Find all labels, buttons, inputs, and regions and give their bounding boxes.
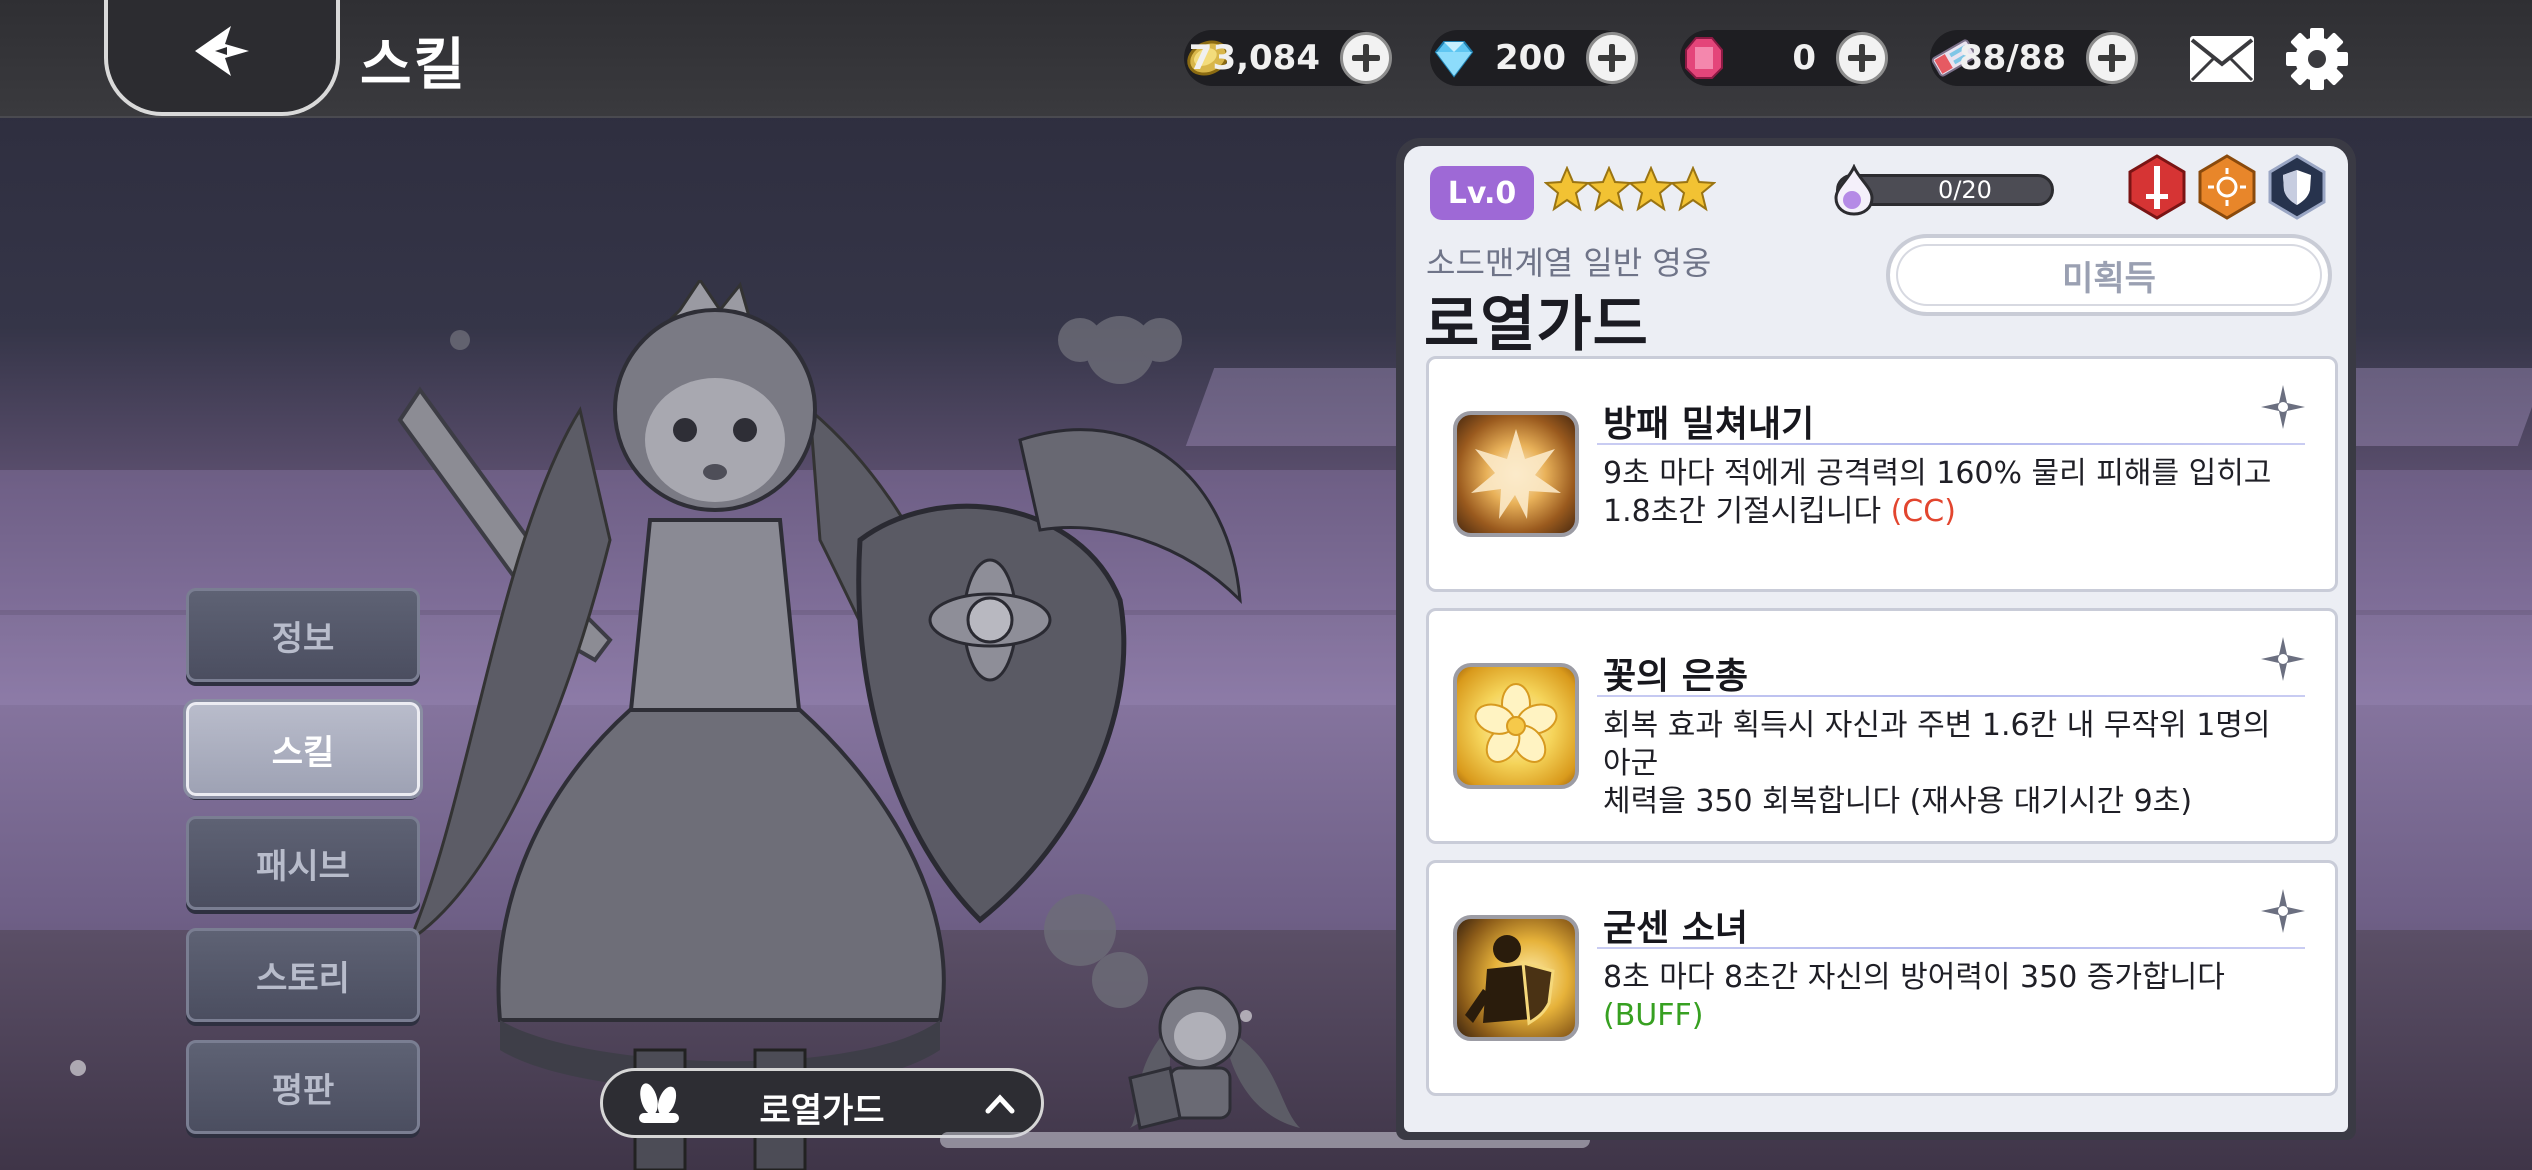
stamina-amount: 88/88 <box>1958 38 2066 78</box>
essence-drop-icon <box>1834 164 1874 216</box>
menu-reputation-button[interactable]: 평판 <box>186 1040 420 1134</box>
essence-progress-text: 0/20 <box>1938 176 1992 204</box>
star-icon <box>1586 166 1632 212</box>
skill-desc-line: 9초 마다 적에게 공격력의 160% 물리 피해를 입히고 <box>1603 456 2272 491</box>
steadfast-girl-skill-icon <box>1453 915 1579 1041</box>
ruby-amount: 0 <box>1792 38 1816 78</box>
skill-detail-panel-body: Lv.0 0/20 소드맨계열 일반 영웅 로열가드 미획득 방패 밀쳐내기 9… <box>1404 146 2348 1132</box>
skill-divider <box>1597 947 2305 949</box>
skill-description: 8초 마다 8초간 자신의 방어력이 350 증가합니다 (BUFF) <box>1603 959 2295 1035</box>
hero-selector-dropdown[interactable]: 로열가드 <box>600 1068 1044 1138</box>
hero-name-title: 로열가드 <box>1424 290 1649 360</box>
star-icon <box>1544 166 1590 212</box>
diamond-icon <box>1434 41 1474 78</box>
skill-desc-text: 1.8초간 기절시킵니다 <box>1603 494 1882 529</box>
skill-divider <box>1597 443 2305 445</box>
chibi-hero-sprite <box>1128 986 1300 1130</box>
bg-sparkle <box>70 1060 86 1076</box>
menu-skill-button[interactable]: 스킬 <box>183 699 423 799</box>
flower-grace-skill-icon <box>1453 663 1579 789</box>
star-icon <box>1670 166 1716 212</box>
back-button[interactable] <box>104 0 340 116</box>
skill-description: 회복 효과 획득시 자신과 주변 1.6칸 내 무작위 1명의 아군 체력을 3… <box>1603 707 2295 821</box>
level-badge: Lv.0 <box>1430 166 1534 220</box>
chevron-up-icon <box>985 1094 1015 1114</box>
menu-story-button[interactable]: 스토리 <box>186 928 420 1022</box>
sparkle-icon[interactable] <box>2259 635 2307 683</box>
page-title: 스킬 <box>360 33 468 98</box>
top-bar: 스킬 73,084 200 0 88/88 <box>0 0 2532 118</box>
gear-icon[interactable] <box>2284 26 2350 92</box>
sun-element-icon <box>2198 154 2256 220</box>
skill-detail-panel: Lv.0 0/20 소드맨계열 일반 영웅 로열가드 미획득 방패 밀쳐내기 9… <box>1396 138 2356 1140</box>
skill-card[interactable]: 꽃의 은총 회복 효과 획득시 자신과 주변 1.6칸 내 무작위 1명의 아군… <box>1426 608 2338 844</box>
diamond-counter: 200 <box>1430 30 1638 86</box>
back-arrow-icon <box>195 26 249 76</box>
sparkle-icon[interactable] <box>2259 383 2307 431</box>
skill-divider <box>1597 695 2305 697</box>
add-stamina-button[interactable] <box>2086 32 2138 84</box>
buff-tag: (BUFF) <box>1603 998 1704 1033</box>
skill-title: 방패 밀쳐내기 <box>1603 404 1815 445</box>
skill-desc-line: 회복 효과 획득시 자신과 주변 1.6칸 내 무작위 1명의 아군 <box>1603 708 2271 781</box>
gold-counter: 73,084 <box>1184 30 1392 86</box>
add-diamond-button[interactable] <box>1586 32 1638 84</box>
skill-description: 9초 마다 적에게 공격력의 160% 물리 피해를 입히고 1.8초간 기절시… <box>1603 455 2295 531</box>
sword-class-icon <box>2128 154 2186 220</box>
add-gold-button[interactable] <box>1340 32 1392 84</box>
sparkle-icon[interactable] <box>2259 887 2307 935</box>
mail-icon[interactable] <box>2188 28 2256 90</box>
skill-desc-line: 1.8초간 기절시킵니다 (CC) <box>1603 493 2295 531</box>
ruby-counter: 0 <box>1680 30 1888 86</box>
burst-icon <box>1471 429 1561 519</box>
diamond-amount: 200 <box>1495 38 1566 78</box>
flower-icon <box>1474 683 1558 763</box>
shield-warrior-icon <box>1465 935 1555 1026</box>
skill-title: 굳센 소녀 <box>1603 908 1749 949</box>
stamina-counter: 88/88 <box>1930 30 2138 86</box>
menu-info-button[interactable]: 정보 <box>186 588 420 682</box>
skill-desc-line: 체력을 350 회복합니다 (재사용 대기시간 9초) <box>1603 784 2193 819</box>
shield-role-icon <box>2268 154 2326 220</box>
skill-desc-line: 8초 마다 8초간 자신의 방어력이 350 증가합니다 (BUFF) <box>1603 959 2295 1035</box>
cc-tag: (CC) <box>1890 494 1956 529</box>
ruby-gem-icon <box>1685 37 1723 79</box>
acquire-status-button[interactable]: 미획득 <box>1886 234 2332 316</box>
skill-card[interactable]: 방패 밀쳐내기 9초 마다 적에게 공격력의 160% 물리 피해를 입히고 1… <box>1426 356 2338 592</box>
hero-selector-name: 로열가드 <box>759 1091 885 1131</box>
menu-passive-button[interactable]: 패시브 <box>186 816 420 910</box>
gold-amount: 73,084 <box>1188 38 1320 78</box>
skill-desc-text: 8초 마다 8초간 자신의 방어력이 350 증가합니다 <box>1603 960 2225 995</box>
shield-bash-skill-icon <box>1453 411 1579 537</box>
skill-title: 꽃의 은총 <box>1603 656 1749 697</box>
skill-card[interactable]: 굳센 소녀 8초 마다 8초간 자신의 방어력이 350 증가합니다 (BUFF… <box>1426 860 2338 1096</box>
star-icon <box>1628 166 1674 212</box>
add-ruby-button[interactable] <box>1836 32 1888 84</box>
